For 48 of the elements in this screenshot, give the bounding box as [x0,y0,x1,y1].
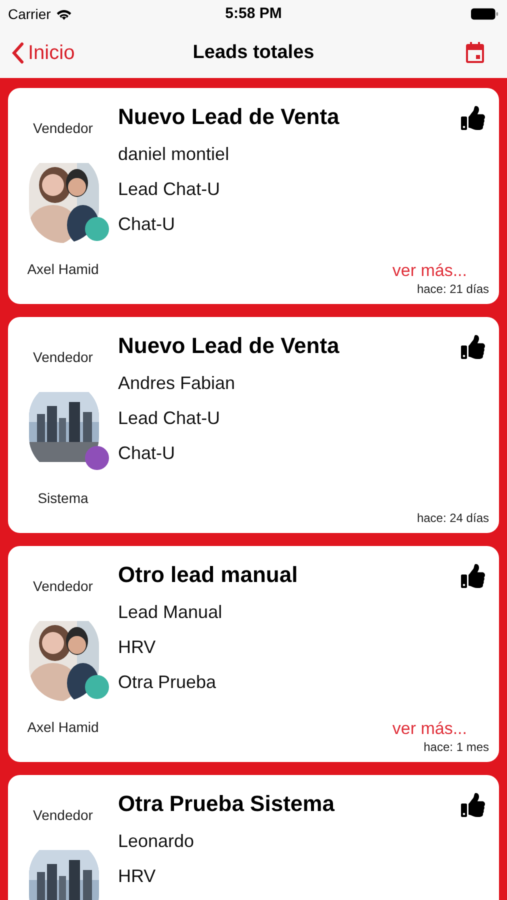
lead-detail: daniel montiel [118,143,230,166]
see-more-link[interactable]: ver más... [392,258,467,284]
lead-detail: Lead Chat-U [118,407,222,430]
lead-card[interactable]: Vendedor Axel Hamid Nuevo Lead de Venta daniel montiel Lead Chat-U Chat-U ver más... hace: 21 días [8,88,499,304]
lead-card[interactable]: Vendedor Axel Hamid Otro lead manual Lead Manual HRV Otra Prueba ver más... hace: 1 mes [8,546,499,762]
role-label: Vendedor [33,348,93,367]
time-ago: hace: 24 días [416,510,489,527]
role-label: Vendedor [33,806,93,825]
like-button[interactable] [461,793,485,817]
calendar-icon [463,41,487,65]
lead-title: Nuevo Lead de Venta [118,103,340,131]
lead-detail: HRV [118,636,157,659]
like-button[interactable] [461,564,485,588]
see-more-link[interactable]: ver más... [392,716,467,742]
lead-title: Otra Prueba Sistema [118,790,334,818]
role-label: Vendedor [33,119,93,138]
time-ago: hace: 21 días [416,281,489,298]
lead-detail: Lead Manual [118,601,224,624]
lead-detail: Otra Prueba [118,671,218,694]
thumbs-up-icon [461,564,485,588]
thumbs-up-icon [461,793,485,817]
battery-icon [471,8,499,20]
thumbs-up-icon [461,335,485,359]
lead-card[interactable]: Vendedor Sistema Nuevo Lead de Venta Andres Fabian Lead Chat-U Chat-U hace: 24 días [8,317,499,533]
lead-title: Nuevo Lead de Venta [118,332,340,360]
wifi-icon [54,8,73,20]
calendar-button[interactable] [463,41,487,65]
role-label: Vendedor [33,577,93,596]
chevron-left-icon [12,42,24,64]
lead-detail: Chat-U [118,213,176,236]
seller-name: Axel Hamid [27,718,99,737]
thumbs-up-icon [461,106,485,130]
page-title: Leads totales [192,40,314,65]
like-button[interactable] [461,335,485,359]
like-button[interactable] [461,106,485,130]
lead-detail: Leonardo [118,830,196,853]
seller-name: Sistema [38,489,88,508]
lead-detail: HRV [118,865,157,888]
lead-detail: Chat-U [118,442,176,465]
lead-card[interactable]: Vendedor Otra Prueba Sistema Leonardo HRV [8,775,499,900]
seller-name: Axel Hamid [27,260,99,279]
lead-detail: Andres Fabian [118,372,236,395]
clock-time: 5:58 PM [225,4,282,24]
lead-title: Otro lead manual [118,561,298,589]
lead-detail: Lead Chat-U [118,178,222,201]
carrier-label: Carrier [8,4,51,24]
back-button[interactable]: Inicio [12,38,75,68]
time-ago: hace: 1 mes [424,739,489,756]
